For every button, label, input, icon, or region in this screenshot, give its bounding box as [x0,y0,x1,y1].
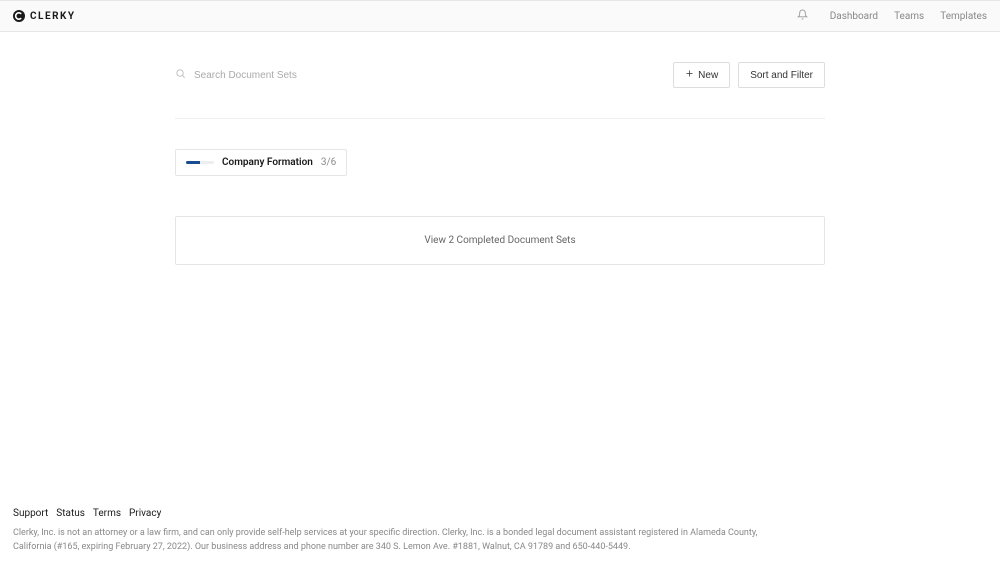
footer-privacy[interactable]: Privacy [129,508,161,519]
nav-right: Dashboard Teams Templates [797,9,987,23]
header: CLERKY Dashboard Teams Templates [0,0,1000,32]
footer-links: Support Status Terms Privacy [13,508,987,519]
toolbar: New Sort and Filter [175,62,825,119]
docset-title: Company Formation [222,157,313,168]
search-icon [175,68,186,82]
view-completed-button[interactable]: View 2 Completed Document Sets [175,216,825,265]
new-button-label: New [698,70,718,81]
brand-text: CLERKY [30,11,76,22]
new-button[interactable]: New [673,62,730,88]
progress-bar [186,161,214,164]
nav-dashboard[interactable]: Dashboard [830,11,878,22]
sort-filter-label: Sort and Filter [750,70,813,81]
docset-card[interactable]: Company Formation 3/6 [175,149,347,176]
plus-icon [685,69,694,81]
docset-progress-label: 3/6 [321,157,336,168]
main: New Sort and Filter Company Formation 3/… [0,32,1000,498]
logo[interactable]: CLERKY [13,10,76,22]
progress-fill [186,161,200,164]
notifications-icon[interactable] [797,9,808,23]
nav-templates[interactable]: Templates [940,11,987,22]
action-buttons: New Sort and Filter [673,62,825,88]
nav-teams[interactable]: Teams [894,11,924,22]
sort-filter-button[interactable]: Sort and Filter [738,62,825,88]
footer: Support Status Terms Privacy Clerky, Inc… [0,498,1000,562]
logo-icon [13,10,25,22]
footer-terms[interactable]: Terms [93,508,121,519]
view-completed-label: View 2 Completed Document Sets [424,235,575,246]
footer-disclaimer: Clerky, Inc. is not an attorney or a law… [13,527,773,554]
footer-status[interactable]: Status [56,508,85,519]
search-wrap [175,68,673,82]
search-input[interactable] [194,70,494,81]
footer-support[interactable]: Support [13,508,48,519]
